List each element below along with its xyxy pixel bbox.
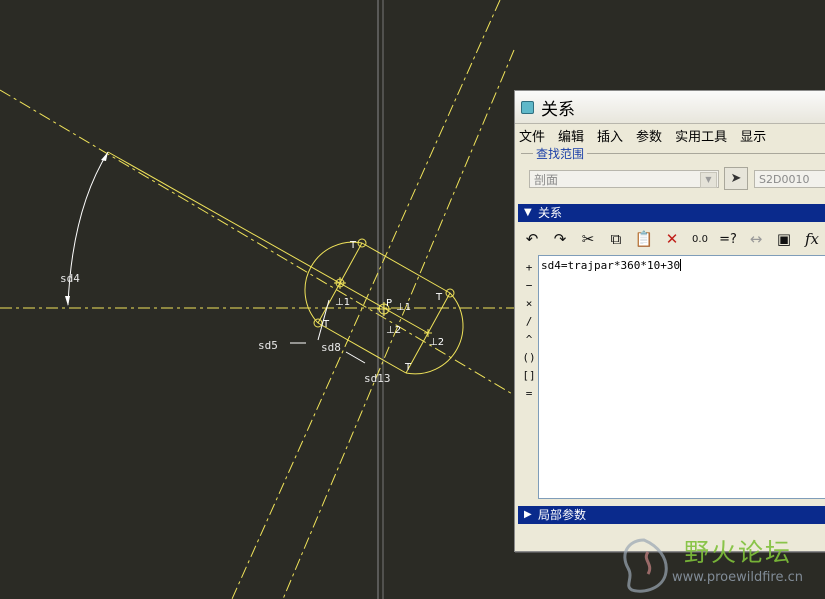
tag-p: P xyxy=(386,298,392,309)
copy-icon[interactable]: ⧉ xyxy=(603,227,629,251)
op-multiply[interactable]: × xyxy=(521,295,537,313)
delete-icon[interactable]: ✕ xyxy=(659,227,685,251)
relations-editor[interactable]: sd4=trajpar*360*10+30 xyxy=(538,255,825,499)
local-params-label: 局部参数 xyxy=(538,508,587,522)
units-icon[interactable]: 0.0 xyxy=(687,227,713,251)
watermark-title: 野火论坛 xyxy=(684,538,793,567)
selection-field[interactable]: S2D0010 xyxy=(754,170,825,188)
dim-sd4[interactable]: sd4 xyxy=(60,272,80,285)
wildfire-logo-icon xyxy=(623,538,668,593)
tag-perp2b: ⊥2 xyxy=(429,337,444,348)
op-minus[interactable]: − xyxy=(521,277,537,295)
collapse-down-icon: ▼ xyxy=(524,207,532,218)
site-watermark: 野火论坛 www.proewildfire.cn xyxy=(612,530,825,599)
pick-button[interactable]: ➤ xyxy=(724,167,748,190)
search-scope-label: 查找范围 xyxy=(533,145,588,162)
relations-toolbar: ↶ ↷ ✂ ⧉ 📋 ✕ 0.0 =? ↔ ▣ fx xyxy=(519,225,825,253)
cut-icon[interactable]: ✂ xyxy=(575,227,601,251)
op-plus[interactable]: + xyxy=(521,259,537,277)
sd4-arrow-bottom xyxy=(65,296,70,306)
undo-icon[interactable]: ↶ xyxy=(519,227,545,251)
menu-display[interactable]: 显示 xyxy=(740,126,766,145)
text-caret xyxy=(680,259,682,271)
sd13-line xyxy=(345,351,366,364)
menu-edit[interactable]: 编辑 xyxy=(558,126,584,145)
tag-t-top: T xyxy=(349,240,357,251)
redo-icon[interactable]: ↷ xyxy=(547,227,573,251)
op-parentheses[interactable]: () xyxy=(521,349,537,367)
tag-t-left: T xyxy=(322,319,330,330)
relations-dialog[interactable]: 关系 文件 编辑 插入 参数 实用工具 显示 查找范围 剖面 ▼ ➤ S2D00… xyxy=(514,90,825,552)
menu-file[interactable]: 文件 xyxy=(519,126,545,145)
cross-upper xyxy=(334,277,346,289)
relation-text: sd4=trajpar*360*10+30 xyxy=(541,259,681,272)
relations-app-icon xyxy=(521,100,534,114)
menu-utilities[interactable]: 实用工具 xyxy=(675,126,727,145)
tag-perp1: ⊥1 xyxy=(335,297,350,308)
relations-section-header[interactable]: ▼ 关系 xyxy=(518,204,825,222)
op-equals[interactable]: = xyxy=(521,385,537,403)
evaluate-icon[interactable]: =? xyxy=(715,227,741,251)
tag-perp2: ⊥2 xyxy=(386,325,401,336)
slot-line-top[interactable] xyxy=(361,242,451,294)
scope-select-value: 剖面 xyxy=(534,173,559,187)
cursor-arrow-icon: ➤ xyxy=(730,171,742,186)
tag-perp1b: ⊥1 xyxy=(396,302,411,313)
angled-centerline-c xyxy=(0,89,515,396)
dialog-title-bar[interactable]: 关系 xyxy=(515,91,825,124)
scope-select[interactable]: 剖面 ▼ xyxy=(529,170,719,188)
sd4-arrow-top xyxy=(101,152,108,161)
local-params-section-header[interactable]: ▶ 局部参数 xyxy=(518,506,825,524)
dialog-title: 关系 xyxy=(541,99,575,120)
operator-column: + − × / ^ () [] = xyxy=(521,259,537,403)
menu-parameters[interactable]: 参数 xyxy=(636,126,662,145)
dim-sd5[interactable]: sd5 xyxy=(258,339,278,352)
tag-t-low: T xyxy=(404,362,412,373)
dim-sd8[interactable]: sd8 xyxy=(321,341,341,354)
relations-section-label: 关系 xyxy=(538,206,563,220)
menu-insert[interactable]: 插入 xyxy=(597,126,623,145)
function-icon[interactable]: fx xyxy=(799,227,825,251)
paste-icon[interactable]: 📋 xyxy=(631,227,657,251)
dimension-icon[interactable]: ↔ xyxy=(743,227,769,251)
op-power[interactable]: ^ xyxy=(521,331,537,349)
op-divide[interactable]: / xyxy=(521,313,537,331)
cross-low xyxy=(424,329,432,337)
watermark-url: www.proewildfire.cn xyxy=(672,570,803,585)
chevron-down-icon[interactable]: ▼ xyxy=(700,172,717,188)
slot-arc-right[interactable] xyxy=(405,292,464,375)
dim-sd13[interactable]: sd13 xyxy=(364,372,391,385)
menu-bar: 文件 编辑 插入 参数 实用工具 显示 xyxy=(515,124,825,146)
sort-icon[interactable]: ▣ xyxy=(771,227,797,251)
slot-arc-left[interactable] xyxy=(304,241,363,324)
op-brackets[interactable]: [] xyxy=(521,367,537,385)
tag-t-right: T xyxy=(435,292,443,303)
expand-right-icon: ▶ xyxy=(524,509,532,520)
angled-centerline-a xyxy=(231,0,501,599)
